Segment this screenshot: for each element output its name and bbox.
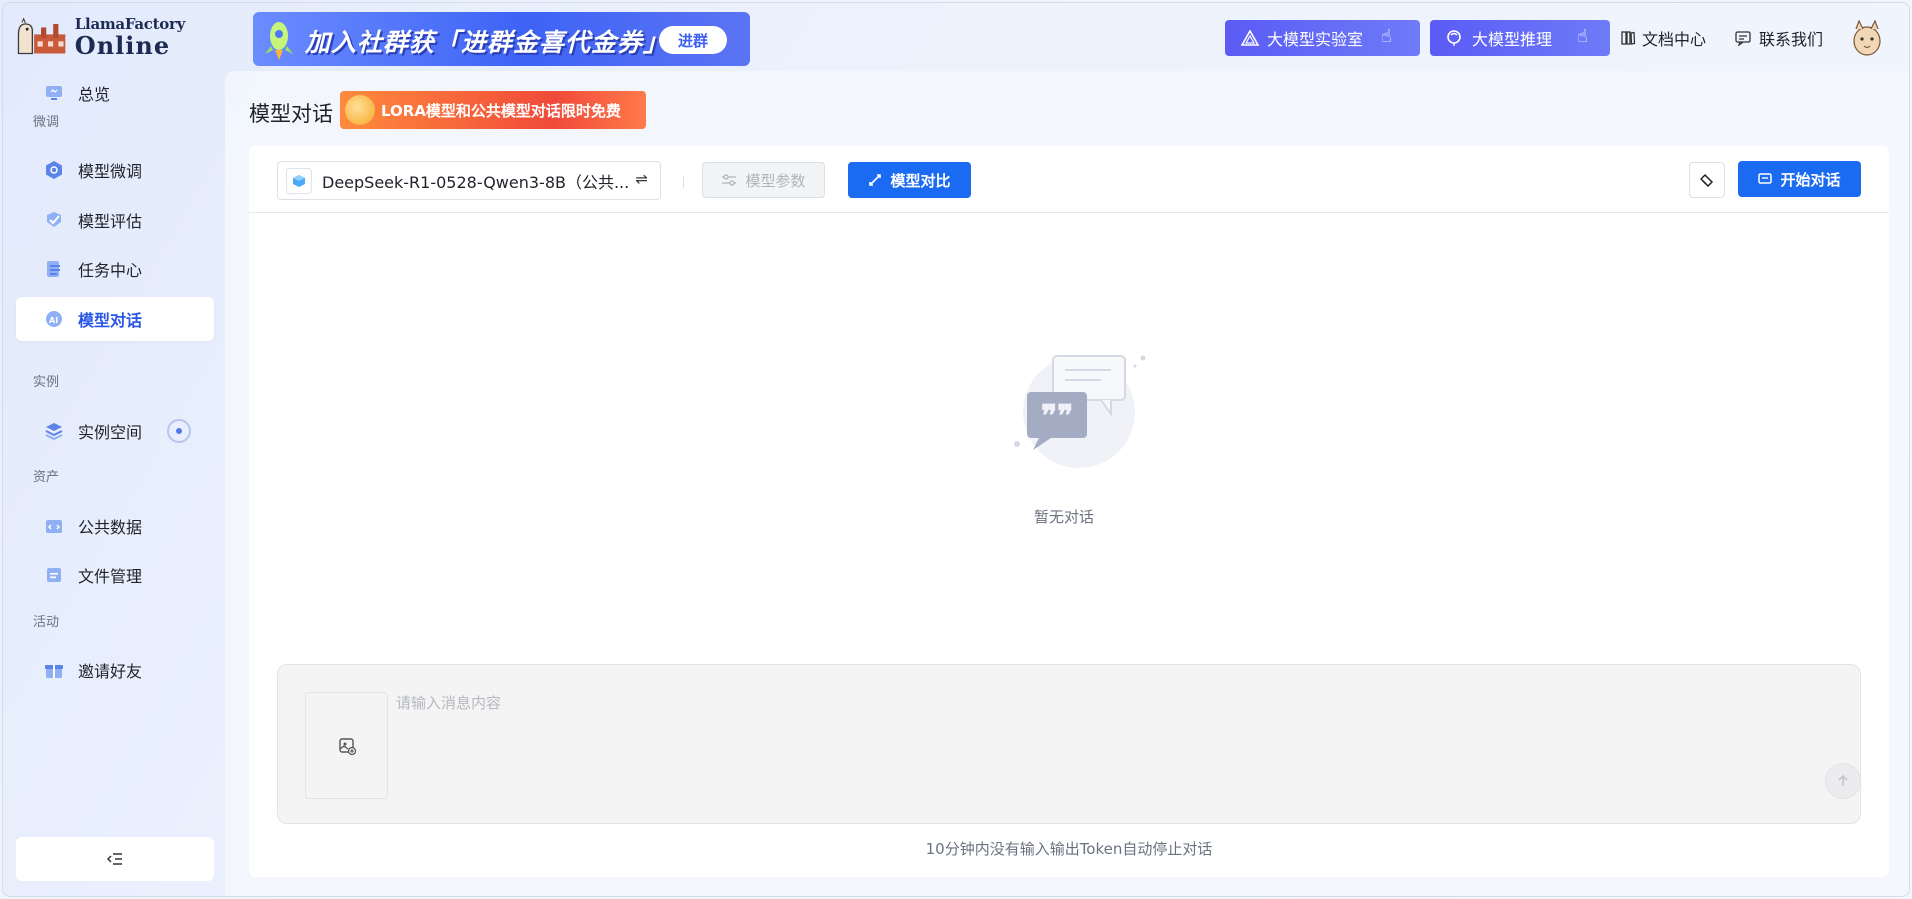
docs-link[interactable]: 文档中心 [1620,26,1706,50]
pointer-hand-icon: ☝ [1381,26,1392,47]
model-name: DeepSeek-R1-0528-Qwen3-8B（公共... [322,172,630,192]
sidebar-item-label: 公共数据 [78,518,143,537]
sidebar-item-chat[interactable]: AI 模型对话 [16,297,214,341]
empty-state-text: 暂无对话 [1033,508,1094,526]
sidebar-item-files[interactable]: 文件管理 [16,553,214,597]
chat-bubble-icon [1735,31,1751,46]
sidebar-item-public-data[interactable]: 公共数据 [16,504,214,548]
cube-icon [286,167,312,194]
sidebar-item-evaluate[interactable]: 模型评估 [16,198,214,242]
app-window: LlamaFactory Online 加入社群获「进群金喜代金券」 进群 大模… [2,2,1910,897]
rocket-icon [265,22,293,60]
lab-button[interactable]: 大模型实验室 ☝ [1225,20,1420,56]
chat-panel: DeepSeek-R1-0528-Qwen3-8B（公共... ⇌ 模型参数 模… [249,146,1889,877]
model-params-button[interactable]: 模型参数 [702,162,825,198]
sidebar-item-label: 模型微调 [78,162,143,181]
sidebar-item-label: 模型评估 [78,212,143,231]
file-icon [47,568,61,582]
inference-button[interactable]: 大模型推理 ☝ [1430,20,1610,56]
monitor-icon [46,86,62,100]
swap-icon[interactable]: ⇌ [635,170,648,188]
ai-chat-icon: AI [46,311,62,327]
task-list-icon [47,261,60,277]
model-compare-button[interactable]: 模型对比 [848,162,971,198]
sidebar-collapse-button[interactable] [16,837,214,881]
data-folder-icon [46,520,62,533]
check-badge-icon [47,212,61,227]
message-input[interactable] [396,691,1826,715]
page-title: 模型对话 [249,102,333,126]
sidebar-item-label: 任务中心 [78,261,143,280]
sidebar-item-finetune[interactable]: 模型微调 [16,148,214,192]
hexagon-gear-icon [46,161,62,179]
lab-button-label: 大模型实验室 [1267,30,1364,49]
sidebar-item-label: 邀请好友 [78,662,143,681]
docs-link-label: 文档中心 [1642,30,1707,49]
sidebar-item-invite[interactable]: 邀请好友 [16,648,214,692]
instance-status-badge [167,419,191,443]
logo[interactable]: LlamaFactory Online [15,15,185,59]
sidebar: 总览 微调 模型微调 模型评估 任务中心 AI 模型对话 实例 实例空间 资产 … [3,67,225,896]
send-button[interactable] [1825,763,1861,799]
start-chat-label: 开始对话 [1780,170,1841,189]
sidebar-group-assets: 资产 [33,470,60,485]
user-avatar[interactable] [1850,19,1884,57]
free-promo-banner[interactable]: LORA模型和公共模型对话限时免费 [340,91,646,129]
join-group-button[interactable]: 进群 [659,26,727,54]
gift-icon [45,665,63,678]
chat-toolbar: DeepSeek-R1-0528-Qwen3-8B（公共... ⇌ 模型参数 模… [249,146,1889,213]
contact-link-label: 联系我们 [1759,30,1824,49]
inference-button-label: 大模型推理 [1472,30,1553,49]
community-banner[interactable]: 加入社群获「进群金喜代金券」 进群 [253,12,750,66]
book-icon [1621,31,1636,45]
layers-icon [45,423,63,441]
logo-subtitle: Online [74,30,171,60]
sidebar-item-label: 实例空间 [78,423,143,442]
sidebar-item-overview[interactable]: 总览 [16,71,214,115]
brain-icon [1447,30,1461,46]
eraser-icon [1700,173,1714,187]
compare-arrows-icon [869,174,882,186]
empty-chat-illustration: ❞❞ [1014,355,1146,468]
message-composer [277,664,1861,824]
contact-link[interactable]: 联系我们 [1735,26,1823,50]
sidebar-group-activity: 活动 [33,615,60,630]
image-add-icon [338,737,356,755]
svg-text:❞❞: ❞❞ [1041,399,1073,434]
svg-text:AI: AI [49,316,58,325]
banner-text: 加入社群获「进群金喜代金券」 [305,28,670,57]
chat-start-icon [1758,173,1773,184]
llama-logo-icon [17,17,66,55]
auto-stop-notice: 10分钟内没有输入输出Token自动停止对话 [925,840,1213,858]
promo-text: LORA模型和公共模型对话限时免费 [381,101,621,120]
pointer-hand-icon: ☝ [1577,26,1588,47]
sidebar-group-finetune: 微调 [33,115,60,130]
logo-title: LlamaFactory [74,14,186,33]
model-select[interactable]: DeepSeek-R1-0528-Qwen3-8B（公共... ⇌ [277,161,661,200]
triangle-lab-icon [1241,30,1259,46]
sidebar-item-label: 模型对话 [78,311,143,330]
coin-icon [345,95,375,125]
clear-chat-button[interactable] [1689,162,1725,198]
sliders-icon [722,174,737,186]
arrow-up-icon [1838,774,1848,786]
model-compare-label: 模型对比 [890,171,951,190]
sidebar-item-tasks[interactable]: 任务中心 [16,247,214,291]
sidebar-item-label: 总览 [78,85,111,104]
sidebar-item-label: 文件管理 [78,567,143,586]
model-params-label: 模型参数 [745,171,806,190]
collapse-menu-icon [107,853,122,865]
start-chat-button[interactable]: 开始对话 [1738,161,1861,197]
sidebar-group-instance: 实例 [33,375,60,390]
toolbar-divider [683,176,684,188]
image-upload-button[interactable] [305,692,388,799]
